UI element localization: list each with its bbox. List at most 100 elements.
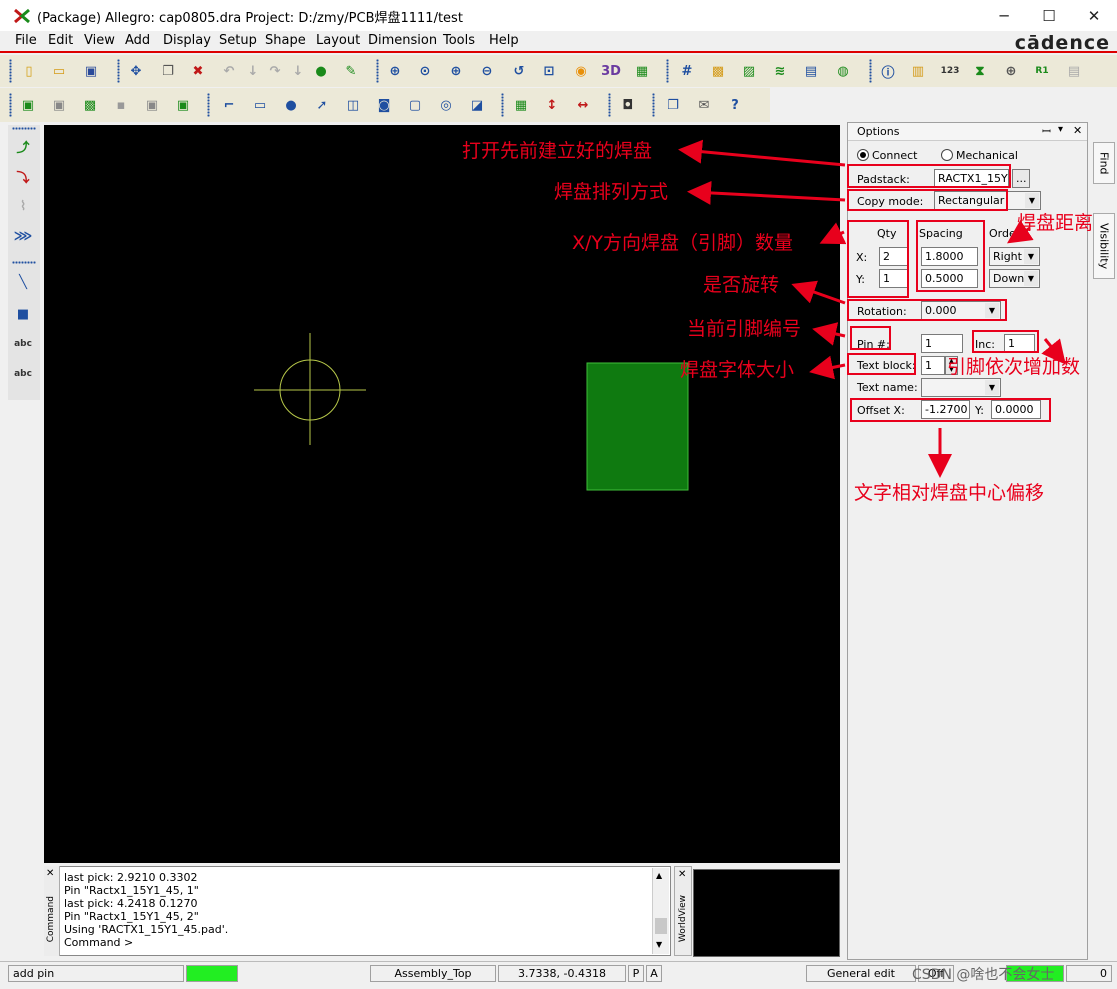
scroll-down-icon[interactable]: ▼ [656, 940, 662, 949]
measure-icon[interactable]: ▥ [907, 60, 929, 82]
report-icon[interactable]: ▤ [800, 60, 822, 82]
save-icon[interactable]: ▣ [80, 60, 102, 82]
add-line-icon[interactable]: ╲ [12, 271, 34, 293]
status-a-button[interactable]: A [646, 965, 662, 982]
custom-smooth-icon[interactable]: ⋙ [12, 225, 34, 247]
shape-void-icon[interactable]: ◙ [373, 94, 395, 116]
view-mask-icon[interactable]: ▪ [110, 94, 132, 116]
camera-icon[interactable]: ◘ [617, 94, 639, 116]
text-block-field[interactable]: 1 [921, 356, 945, 375]
dimension-vertical-icon[interactable]: ↕ [541, 94, 563, 116]
shape-edit-icon[interactable]: ◪ [466, 94, 488, 116]
add-rect-icon[interactable]: ■ [12, 303, 34, 325]
scroll-thumb[interactable] [655, 918, 667, 934]
pin-icon[interactable]: ✎ [340, 60, 362, 82]
menu-tools[interactable]: Tools [443, 33, 475, 48]
new-file-icon[interactable]: ▯ [18, 60, 40, 82]
console-prompt[interactable]: Command > [64, 936, 133, 949]
redraw-icon[interactable]: ◉ [570, 60, 592, 82]
view-bottom-icon[interactable]: ▣ [172, 94, 194, 116]
delay-tune-icon[interactable]: ⌇ [12, 195, 34, 217]
open-folder-icon[interactable]: ▭ [48, 60, 70, 82]
comment-icon[interactable]: ● [310, 60, 332, 82]
menu-file[interactable]: File [15, 33, 37, 48]
menu-view[interactable]: View [84, 33, 115, 48]
zoom-points-icon[interactable]: ⊕ [384, 60, 406, 82]
numbering-icon[interactable]: 123 [939, 60, 961, 82]
undo-icon[interactable]: ↶ [218, 60, 240, 82]
zoom-fit-icon[interactable]: ⊙ [414, 60, 436, 82]
mechanical-radio[interactable] [941, 149, 953, 161]
copy-icon[interactable]: ❐ [157, 60, 179, 82]
flip-board-icon[interactable]: ▦ [631, 60, 653, 82]
windows-icon[interactable]: ❐ [662, 94, 684, 116]
world-icon[interactable]: ◍ [832, 60, 854, 82]
add-connect-icon[interactable]: ⊕ [1000, 60, 1022, 82]
console-close-icon[interactable]: ✕ [46, 868, 54, 879]
menu-layout[interactable]: Layout [316, 33, 360, 48]
redo-icon[interactable]: ↷ [264, 60, 286, 82]
view-dim-icon[interactable]: ▣ [48, 94, 70, 116]
shape-circle-icon[interactable]: ● [280, 94, 302, 116]
shape-square-void-icon[interactable]: ▢ [404, 94, 426, 116]
shape-merge-icon[interactable]: ◫ [342, 94, 364, 116]
redo-down-icon[interactable]: ↓ [287, 60, 309, 82]
shape-l-icon[interactable]: ⌐ [218, 94, 240, 116]
worldview-panel[interactable] [693, 869, 840, 957]
3d-view-icon[interactable]: 3D [600, 60, 622, 82]
disabled-tool-icon[interactable]: ▤ [1063, 60, 1085, 82]
status-active-layer[interactable]: Assembly_Top [370, 965, 496, 982]
tab-find[interactable]: Find [1093, 142, 1115, 184]
shape-circle-void-icon[interactable]: ◎ [435, 94, 457, 116]
zoom-out-icon[interactable]: ⊖ [476, 60, 498, 82]
menu-help[interactable]: Help [489, 33, 519, 48]
route-icon[interactable]: ⤴ [12, 135, 34, 157]
pin-number-field[interactable]: 1 [921, 334, 963, 353]
select-arrow-icon[interactable]: ➚ [311, 94, 333, 116]
options-close-icon[interactable]: ✕ [1073, 124, 1082, 137]
worldview-close-icon[interactable]: ✕ [678, 869, 686, 880]
tab-visibility[interactable]: Visibility [1093, 213, 1115, 279]
order-y-select[interactable]: Down ▼ [989, 269, 1040, 288]
text-name-select[interactable]: ▼ [921, 378, 1001, 397]
menu-display[interactable]: Display [163, 33, 211, 48]
move-icon[interactable]: ✥ [125, 60, 147, 82]
zoom-world-icon[interactable]: ⊡ [538, 60, 560, 82]
padstack-browse-button[interactable]: ... [1012, 169, 1030, 188]
connect-radio[interactable] [857, 149, 869, 161]
view-paste-icon[interactable]: ▣ [141, 94, 163, 116]
maximize-button[interactable]: ☐ [1026, 0, 1072, 31]
grid-icon[interactable]: # [676, 60, 698, 82]
command-console[interactable]: last pick: 2.9210 0.3302 Pin "Ractx1_15Y… [44, 866, 671, 956]
hourglass-icon[interactable]: ⧗ [969, 60, 991, 82]
menu-setup[interactable]: Setup [219, 33, 257, 48]
status-p-button[interactable]: P [628, 965, 644, 982]
unpin-icon[interactable]: ▾ [1058, 124, 1063, 135]
delete-icon[interactable]: ✖ [187, 60, 209, 82]
zoom-previous-icon[interactable]: ↺ [508, 60, 530, 82]
help-icon[interactable]: ? [724, 94, 746, 116]
view-etch-icon[interactable]: ▩ [79, 94, 101, 116]
package-icon[interactable]: ▦ [510, 94, 532, 116]
minimize-button[interactable]: ─ [981, 0, 1027, 31]
envelope-icon[interactable]: ✉ [693, 94, 715, 116]
layers-icon[interactable]: ≋ [769, 60, 791, 82]
edit-text-icon[interactable]: abc [12, 363, 34, 385]
menu-add[interactable]: Add [125, 33, 150, 48]
shadow-icon[interactable]: ▨ [738, 60, 760, 82]
r1-icon[interactable]: R1 [1031, 60, 1053, 82]
info-icon[interactable]: ⓘ [877, 60, 899, 82]
undo-down-icon[interactable]: ↓ [242, 60, 264, 82]
dimension-horizontal-icon[interactable]: ↔ [572, 94, 594, 116]
menu-dimension[interactable]: Dimension [368, 33, 437, 48]
close-button[interactable]: ✕ [1071, 0, 1117, 31]
menu-shape[interactable]: Shape [265, 33, 306, 48]
slide-icon[interactable]: ⤵ [12, 165, 34, 187]
add-text-icon[interactable]: abc [12, 333, 34, 355]
pin-panel-icon[interactable]: ꟷ [1042, 124, 1051, 139]
menu-edit[interactable]: Edit [48, 33, 73, 48]
shape-rect-icon[interactable]: ▭ [249, 94, 271, 116]
order-x-select[interactable]: Right ▼ [989, 247, 1040, 266]
color-icon[interactable]: ▩ [707, 60, 729, 82]
scroll-up-icon[interactable]: ▲ [656, 871, 662, 880]
